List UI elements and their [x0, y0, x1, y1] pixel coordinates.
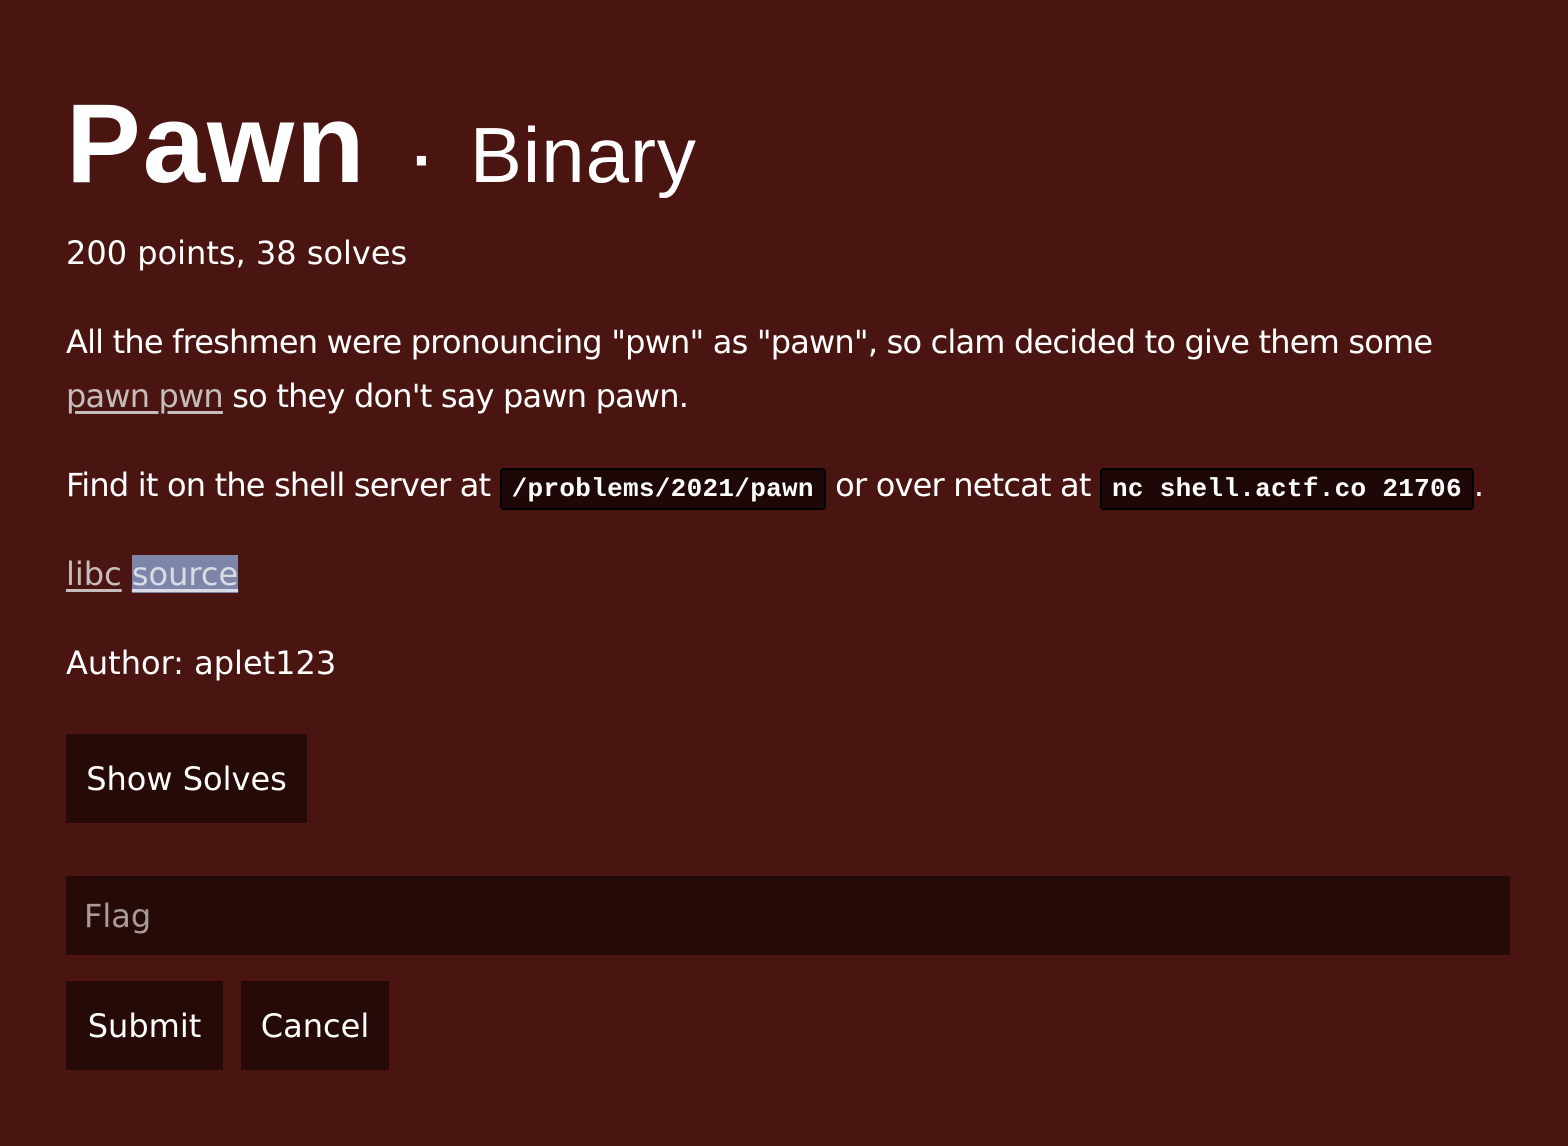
challenge-author: Author: aplet123	[66, 644, 337, 682]
challenge-files: libc source	[66, 547, 239, 601]
cancel-button[interactable]: Cancel	[241, 981, 389, 1070]
netcat-command-code: nc shell.actf.co 21706	[1100, 468, 1474, 510]
challenge-location: Find it on the shell server at /problems…	[66, 458, 1546, 516]
challenge-title: Pawn · Binary	[66, 88, 697, 200]
source-link[interactable]: source	[131, 555, 239, 593]
location-prefix: Find it on the shell server at	[66, 466, 500, 504]
libc-link[interactable]: libc	[66, 555, 122, 593]
description-text: All the freshmen were pronouncing "pwn" …	[66, 323, 1433, 361]
shell-path-code: /problems/2021/pawn	[499, 468, 826, 510]
flag-input[interactable]	[66, 876, 1510, 955]
challenge-description: All the freshmen were pronouncing "pwn" …	[66, 315, 1502, 423]
challenge-name: Pawn	[66, 81, 367, 206]
challenge-stats: 200 points, 38 solves	[66, 234, 408, 272]
title-separator: ·	[412, 124, 434, 196]
submit-button[interactable]: Submit	[66, 981, 223, 1070]
location-suffix: .	[1473, 466, 1484, 504]
pawn-pwn-link[interactable]: pawn pwn	[66, 377, 224, 415]
location-middle: or over netcat at	[825, 466, 1100, 504]
challenge-category: Binary	[469, 111, 697, 199]
show-solves-button[interactable]: Show Solves	[66, 734, 307, 823]
description-text-end: so they don't say pawn pawn.	[222, 377, 689, 415]
